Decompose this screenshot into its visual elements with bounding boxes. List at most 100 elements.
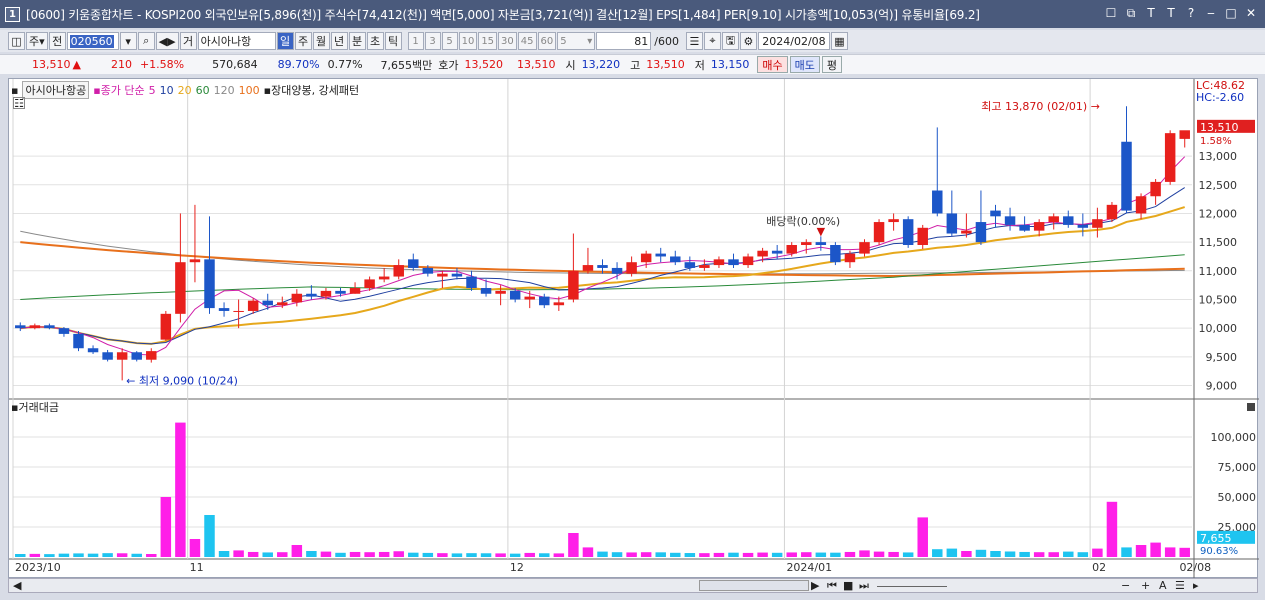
candle-body	[277, 302, 288, 306]
candle-body	[684, 262, 696, 268]
scroll-thumb[interactable]	[699, 580, 809, 591]
horizontal-scrollbar[interactable]: ◀ ▶ ⏮ ■ ⏭ − + A ☰ ▸	[8, 578, 1258, 593]
period-tick-button[interactable]: 틱	[384, 32, 402, 50]
price-volume-chart[interactable]: 9,000 9,500 10,000 10,500 11,000 11,500 12,000…	[9, 79, 1259, 579]
period-month-button[interactable]: 월	[312, 32, 330, 50]
volume-bar	[699, 553, 710, 557]
close-icon[interactable]: ✕	[1243, 5, 1259, 21]
font-size-icon[interactable]: T	[1143, 5, 1159, 21]
grid-icon[interactable]: ☷	[13, 97, 25, 110]
period-week-button[interactable]: 주	[294, 32, 312, 50]
candle-body	[742, 256, 754, 266]
ge-button[interactable]: 거	[179, 32, 197, 50]
stock-code-input[interactable]: 020560	[66, 32, 119, 50]
period-day-button[interactable]: 일	[276, 32, 294, 50]
font-icon[interactable]: T	[1163, 5, 1179, 21]
help-icon[interactable]: ?	[1183, 5, 1199, 21]
candle-body	[961, 230, 972, 234]
interval-30-button[interactable]: 30	[498, 32, 517, 50]
candle-body	[1164, 133, 1176, 182]
search-icon[interactable]: ⌕	[137, 32, 155, 50]
chart-type-icon[interactable]: ☰	[685, 32, 703, 50]
period-minute-button[interactable]: 분	[348, 32, 366, 50]
candle-body	[1048, 216, 1059, 223]
period-second-button[interactable]: 초	[366, 32, 384, 50]
volume-bar	[757, 552, 768, 557]
interval-1-button[interactable]: 1	[407, 32, 424, 50]
price-tick-label: 13,000	[1199, 150, 1238, 163]
window-app-icon[interactable]: 1	[5, 6, 20, 22]
eval-button[interactable]: 평	[821, 56, 843, 73]
volume-bar	[539, 553, 550, 557]
all-toggle-button[interactable]: 전	[48, 32, 66, 50]
fast-forward-icon[interactable]: ⏭	[859, 579, 869, 593]
candle-body	[990, 210, 1001, 217]
legend-dot-icon: ▪	[11, 83, 19, 97]
candle-body	[917, 227, 928, 245]
zoom-slider[interactable]	[877, 586, 947, 587]
volume-bar	[364, 552, 375, 557]
stock-name-field[interactable]: 아시아나항	[197, 32, 276, 50]
text-icon[interactable]: A	[1159, 579, 1167, 592]
rewind-icon[interactable]: ⏮	[827, 579, 837, 593]
interval-3-button[interactable]: 3	[424, 32, 441, 50]
link-icon[interactable]: ⧉	[1123, 5, 1139, 21]
candle-body	[568, 270, 579, 300]
options-icon[interactable]: ☰	[1175, 579, 1185, 592]
calendar-icon[interactable]: ▦	[830, 32, 848, 50]
low-annotation: ← 최저 9,090 (10/24)	[126, 374, 238, 387]
interval-60-button[interactable]: 60	[537, 32, 557, 50]
candle-body	[786, 245, 797, 254]
candle-body	[757, 250, 768, 257]
minimize-icon[interactable]: ‒	[1203, 5, 1219, 21]
restore-icon[interactable]: ☐	[1103, 5, 1119, 21]
zoom-out-icon[interactable]: −	[1121, 579, 1130, 592]
sell-button[interactable]: 매도	[789, 56, 820, 73]
volume-bar	[160, 497, 172, 557]
volume-bar	[990, 551, 1001, 557]
interval-10-button[interactable]: 10	[458, 32, 478, 50]
volume-bar	[262, 552, 273, 557]
candle-body	[116, 352, 128, 360]
buy-button[interactable]: 매수	[757, 56, 788, 73]
interval-15-button[interactable]: 15	[478, 32, 498, 50]
candle-body	[582, 265, 594, 271]
volume-value: 570,684	[212, 58, 258, 71]
volume-bar	[713, 552, 725, 557]
settings-gear-icon[interactable]: ⚙	[739, 32, 757, 50]
legend-ma-label-text: 종가 단순	[100, 84, 145, 97]
interval-5-button[interactable]: 5	[441, 32, 458, 50]
legend-pattern-text: 장대양봉, 강세패턴	[271, 84, 360, 97]
candle-body	[102, 352, 113, 360]
volume-bar	[917, 517, 928, 557]
save-icon[interactable]: 🖫	[721, 32, 739, 50]
candle-body	[1135, 196, 1147, 214]
panel-toggle-icon[interactable]: ◫	[8, 32, 25, 50]
candle-body	[553, 302, 565, 306]
candle-body	[364, 279, 375, 289]
interval-n-select[interactable]: 5 ▾	[557, 32, 596, 50]
code-dropdown-icon[interactable]: ▾	[119, 32, 137, 50]
volume-bar	[189, 539, 201, 557]
legend-stock-name[interactable]: 아시아나항공	[22, 81, 90, 99]
price-tick-label: 11,000	[1199, 265, 1238, 278]
arrow-icon[interactable]: ▸	[1193, 579, 1199, 592]
scroll-right-icon[interactable]: ▶	[811, 579, 819, 592]
scroll-left-icon[interactable]: ◀	[9, 579, 25, 592]
stop-icon[interactable]: ■	[843, 579, 853, 592]
candle-body	[437, 273, 448, 277]
crosshair-icon[interactable]: ⌖	[703, 32, 721, 50]
candle-count-input[interactable]: 81	[596, 32, 652, 50]
zoom-in-icon[interactable]: +	[1141, 579, 1150, 592]
maximize-icon[interactable]: □	[1223, 5, 1239, 21]
candle-body	[597, 265, 608, 268]
interval-45-button[interactable]: 45	[517, 32, 537, 50]
price-change: 210	[110, 58, 132, 71]
trade-amount: 7,655백만	[380, 58, 433, 72]
chart-area[interactable]: 9,000 9,500 10,000 10,500 11,000 11,500 12,000…	[8, 78, 1259, 579]
period-year-button[interactable]: 년	[330, 32, 348, 50]
history-prev-icon[interactable]: ◀▶	[155, 32, 179, 50]
date-input[interactable]: 2024/02/08	[757, 32, 830, 50]
market-type-select[interactable]: 주 ▾	[26, 32, 48, 50]
candle-count-total: /600	[654, 34, 679, 48]
